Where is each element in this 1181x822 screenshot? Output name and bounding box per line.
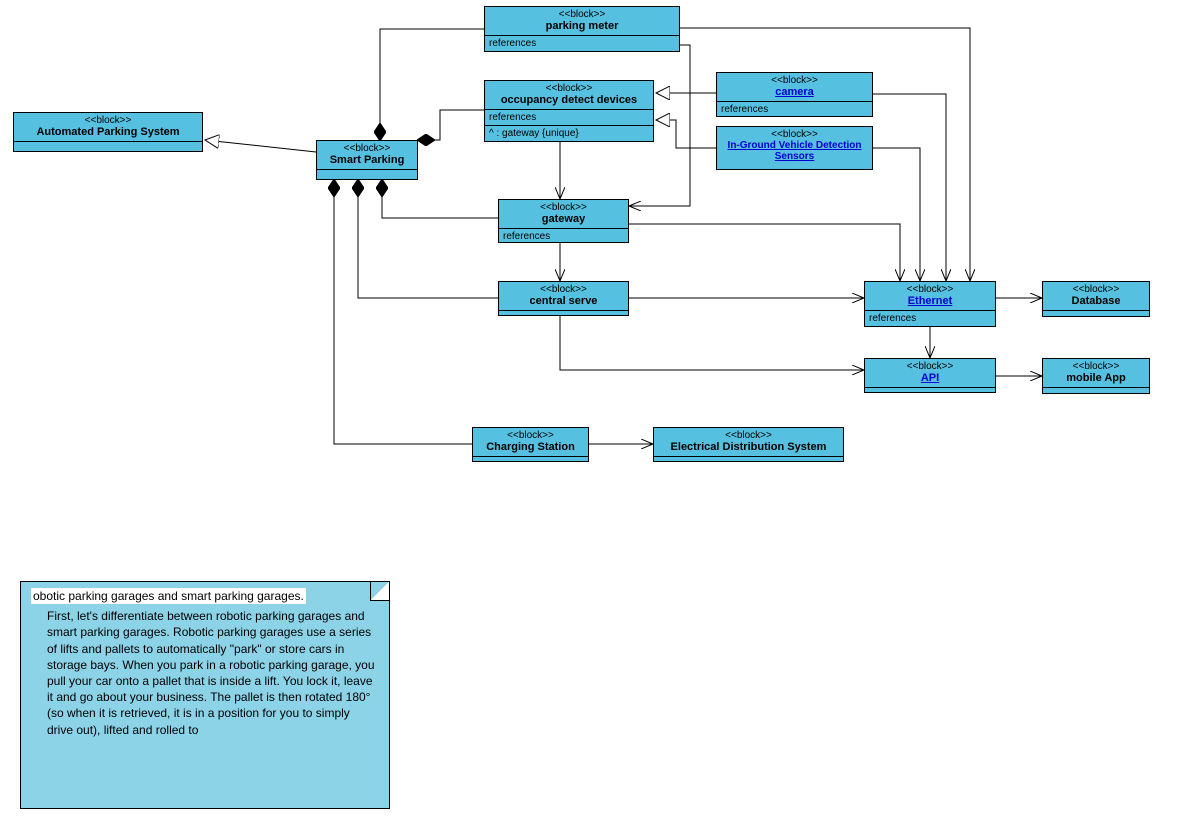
stereotype: <<block>> bbox=[865, 282, 995, 295]
note-title: obotic parking garages and smart parking… bbox=[31, 588, 306, 604]
block-automated-parking-system[interactable]: <<block>> Automated Parking System bbox=[13, 112, 203, 152]
block-title[interactable]: Ethernet bbox=[865, 295, 995, 310]
stereotype: <<block>> bbox=[485, 7, 679, 20]
block-title: Smart Parking bbox=[317, 154, 417, 169]
separator bbox=[1043, 310, 1149, 311]
block-title[interactable]: In-Ground Vehicle Detection Sensors bbox=[717, 140, 872, 165]
separator bbox=[499, 310, 628, 311]
block-section: ^ : gateway {unique} bbox=[485, 126, 653, 141]
block-title: central serve bbox=[499, 295, 628, 310]
separator bbox=[317, 169, 417, 170]
separator bbox=[14, 141, 202, 142]
stereotype: <<block>> bbox=[654, 428, 843, 441]
stereotype: <<block>> bbox=[14, 113, 202, 126]
block-section: references bbox=[485, 110, 653, 125]
separator bbox=[473, 456, 588, 457]
separator bbox=[654, 456, 843, 457]
stereotype: <<block>> bbox=[717, 127, 872, 140]
block-database[interactable]: <<block>> Database bbox=[1042, 281, 1150, 317]
separator bbox=[1043, 387, 1149, 388]
block-title[interactable]: camera bbox=[717, 86, 872, 101]
block-title: Automated Parking System bbox=[14, 126, 202, 141]
block-smart-parking[interactable]: <<block>> Smart Parking bbox=[316, 140, 418, 180]
stereotype: <<block>> bbox=[1043, 359, 1149, 372]
block-mobile-app[interactable]: <<block>> mobile App bbox=[1042, 358, 1150, 394]
note-body: First, let's differentiate between robot… bbox=[31, 608, 379, 738]
block-section: references bbox=[865, 311, 995, 326]
block-camera[interactable]: <<block>> camera references bbox=[716, 72, 873, 117]
block-title: mobile App bbox=[1043, 372, 1149, 387]
stereotype: <<block>> bbox=[499, 282, 628, 295]
block-title: Electrical Distribution System bbox=[654, 441, 843, 456]
block-in-ground-sensors[interactable]: <<block>> In-Ground Vehicle Detection Se… bbox=[716, 126, 873, 170]
separator bbox=[865, 387, 995, 388]
block-charging-station[interactable]: <<block>> Charging Station bbox=[472, 427, 589, 462]
block-section: references bbox=[485, 36, 679, 51]
stereotype: <<block>> bbox=[499, 200, 628, 213]
block-parking-meter[interactable]: <<block>> parking meter references bbox=[484, 6, 680, 52]
block-title: Charging Station bbox=[473, 441, 588, 456]
block-electrical-distribution-system[interactable]: <<block>> Electrical Distribution System bbox=[653, 427, 844, 462]
note-fold-corner bbox=[370, 582, 389, 601]
block-section: references bbox=[717, 102, 872, 117]
stereotype: <<block>> bbox=[717, 73, 872, 86]
block-title[interactable]: API bbox=[865, 372, 995, 387]
block-title: gateway bbox=[499, 213, 628, 228]
block-section: references bbox=[499, 229, 628, 244]
block-title: Database bbox=[1043, 295, 1149, 310]
block-ethernet[interactable]: <<block>> Ethernet references bbox=[864, 281, 996, 327]
stereotype: <<block>> bbox=[865, 359, 995, 372]
stereotype: <<block>> bbox=[485, 81, 653, 94]
note-robotic-parking: obotic parking garages and smart parking… bbox=[20, 581, 390, 809]
stereotype: <<block>> bbox=[317, 141, 417, 154]
stereotype: <<block>> bbox=[1043, 282, 1149, 295]
stereotype: <<block>> bbox=[473, 428, 588, 441]
block-central-serve[interactable]: <<block>> central serve bbox=[498, 281, 629, 316]
block-gateway[interactable]: <<block>> gateway references bbox=[498, 199, 629, 243]
block-occupancy-detect-devices[interactable]: <<block>> occupancy detect devices refer… bbox=[484, 80, 654, 142]
block-api[interactable]: <<block>> API bbox=[864, 358, 996, 393]
block-title: parking meter bbox=[485, 20, 679, 35]
block-title: occupancy detect devices bbox=[485, 94, 653, 109]
